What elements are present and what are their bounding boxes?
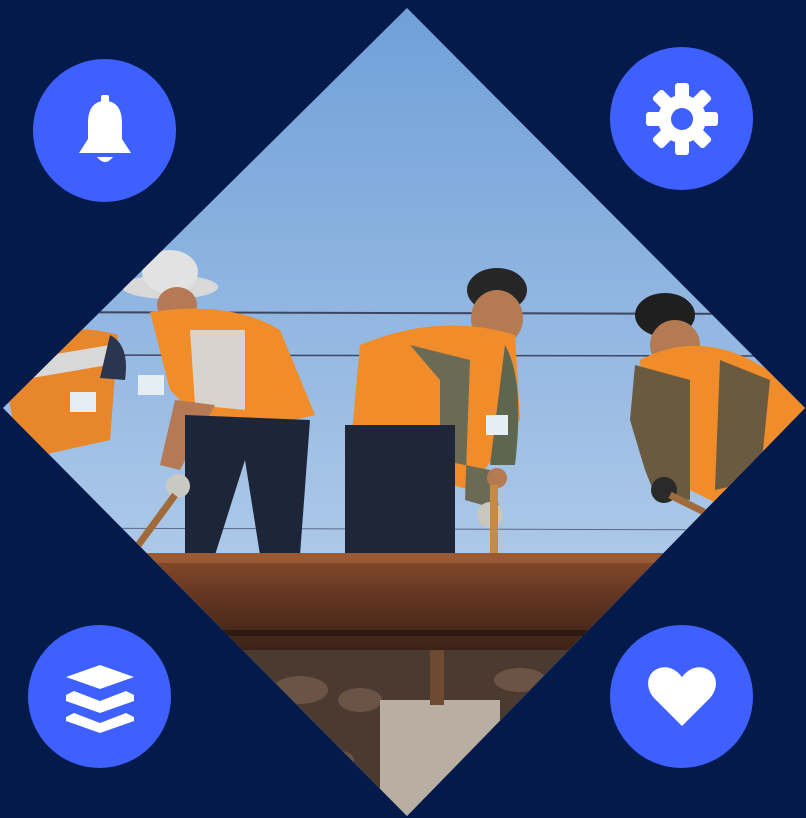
concrete-sleeper [380,700,500,816]
gear-icon [645,82,719,156]
bell-icon [73,94,137,167]
heart-icon [647,666,717,728]
notifications-button[interactable] [33,59,176,202]
settings-button[interactable] [610,47,753,190]
worker-far-left [3,329,126,460]
favorites-button[interactable] [610,625,753,768]
layers-icon [64,661,136,733]
layers-button[interactable] [28,625,171,768]
